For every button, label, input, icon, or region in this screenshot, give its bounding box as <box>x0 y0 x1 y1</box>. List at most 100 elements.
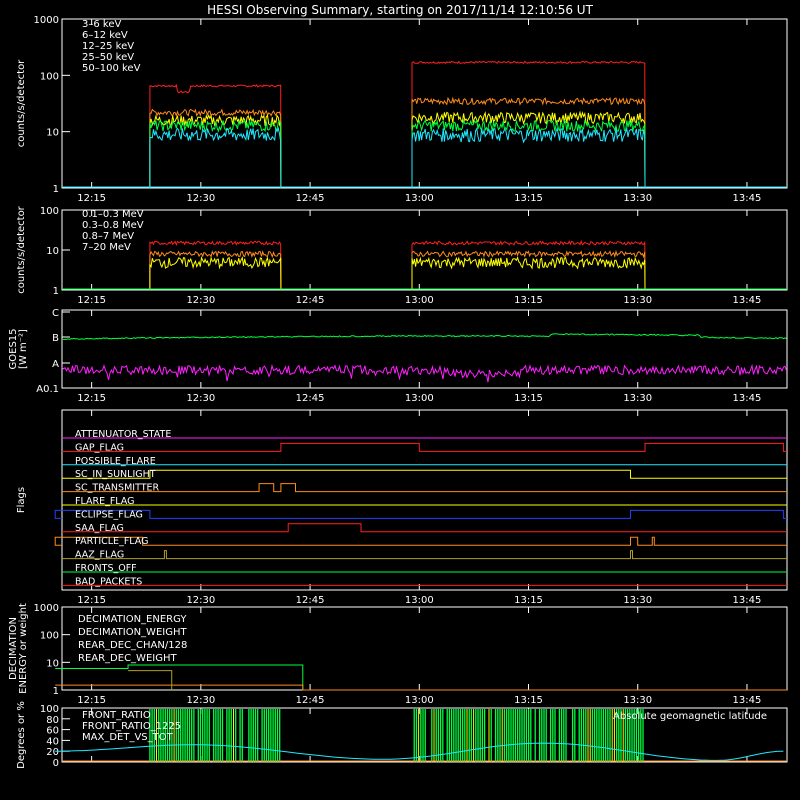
x-tick-label-0-6: 13:45 <box>733 193 762 204</box>
ratio-tick-label-4: 80 <box>46 715 59 726</box>
flag-label-2: POSSIBLE_FLARE <box>75 456 156 467</box>
legend-lo-3: 25–50 keV <box>82 52 134 63</box>
goes-long <box>61 333 787 340</box>
x-tick-label-4-6: 13:45 <box>733 695 762 706</box>
x-tick-label-0-5: 13:30 <box>623 193 652 204</box>
flag-label-3: SC_IN_SUNLIGHT <box>75 469 156 480</box>
ratio-tick-label-1: 20 <box>46 747 59 758</box>
y-tick-label-4-0: 1 <box>53 686 59 697</box>
x-tick-label-1-0: 12:15 <box>77 295 106 306</box>
x-tick-label-1-4: 13:15 <box>514 295 543 306</box>
legend-lo-2: 12–25 keV <box>82 41 134 52</box>
x-tick-label-1-6: 13:45 <box>733 295 762 306</box>
x-tick-label-4-5: 13:30 <box>623 695 652 706</box>
goes-tick-label-0: A0.1 <box>36 384 59 395</box>
panel3-ylabel: Flags <box>16 487 27 513</box>
flag-label-11: BAD_PACKETS <box>75 576 142 587</box>
legend-ratio-2: MAX_DET_VS_TOT <box>82 732 174 743</box>
legend-ratio-0: FRONT_RATIO <box>82 710 151 721</box>
flag-line-6 <box>54 509 787 519</box>
x-tick-label-3-5: 13:30 <box>623 595 652 606</box>
y-tick-label-0-3: 1000 <box>34 15 59 26</box>
flag-label-7: SAA_FLAG <box>75 523 124 534</box>
x-tick-label-3-3: 13:00 <box>405 595 434 606</box>
chart-title: HESSI Observing Summary, starting on 201… <box>207 3 593 17</box>
x-tick-label-0-3: 13:00 <box>405 193 434 204</box>
dec-line-3 <box>128 670 173 690</box>
x-tick-label-1-1: 12:30 <box>186 295 215 306</box>
x-tick-label-2-2: 12:45 <box>296 393 325 404</box>
y-tick-label-0-0: 1 <box>53 184 59 195</box>
flag-label-6: ECLIPSE_FLAG <box>75 509 143 520</box>
series-orange-lo-1 <box>411 96 646 189</box>
x-tick-label-4-0: 12:15 <box>77 695 106 706</box>
goes-tick-label-1: A <box>52 359 59 370</box>
x-tick-label-3-1: 12:30 <box>186 595 215 606</box>
y-tick-label-1-1: 10 <box>46 246 59 257</box>
x-tick-label-4-1: 12:30 <box>186 695 215 706</box>
flag-label-8: PARTICLE_FLAG <box>75 536 148 547</box>
series-red-hi-0 <box>149 240 282 291</box>
flag-label-1: GAP_FLAG <box>75 442 124 453</box>
series-cyan-lo-0 <box>149 126 282 189</box>
geomagnetic-latitude <box>55 742 784 761</box>
flag-line-8 <box>54 536 787 546</box>
series-yellow-hi-0 <box>149 256 282 291</box>
x-tick-label-2-0: 12:15 <box>77 393 106 404</box>
legend-lo-4: 50–100 keV <box>82 63 141 74</box>
panel-frame-1 <box>61 209 788 291</box>
x-tick-label-0-4: 13:15 <box>514 193 543 204</box>
flag-line-4 <box>62 483 787 493</box>
flag-line-7 <box>62 523 787 533</box>
legend-hi-1: 0.3–0.8 MeV <box>82 220 144 231</box>
x-tick-label-2-3: 13:00 <box>405 393 434 404</box>
legend-dec-2: REAR_DEC_CHAN/128 <box>78 640 187 651</box>
goes-short <box>61 363 787 383</box>
legend-hi-2: 0.8–7 MeV <box>82 231 134 242</box>
x-tick-label-0-1: 12:30 <box>186 193 215 204</box>
legend-hi-0: 0.1–0.3 MeV <box>82 209 144 220</box>
flag-label-4: SC_TRANSMITTER <box>75 483 160 494</box>
flag-label-9: AAZ_FLAG <box>75 550 124 561</box>
x-tick-label-2-5: 13:30 <box>623 393 652 404</box>
panel5-ylabel: Degrees or % <box>16 701 27 769</box>
y-tick-label-0-2: 100 <box>40 71 59 82</box>
hessi-chart: HESSI Observing Summary, starting on 201… <box>8 3 788 769</box>
y-tick-label-4-3: 1000 <box>34 603 59 614</box>
legend-ratio-1: FRONT_RATIO_1225 <box>82 721 181 732</box>
x-tick-label-1-3: 13:00 <box>405 295 434 306</box>
legend-dec-0: DECIMATION_ENERGY <box>78 614 187 625</box>
legend-ratio-3: Absolute geomagnetic latitude <box>613 711 767 722</box>
series-yellow-lo-1 <box>411 110 646 189</box>
x-tick-label-4-4: 13:15 <box>514 695 543 706</box>
series-cyan-lo-1 <box>411 126 646 189</box>
panel0-ylabel: counts/s/detector <box>16 59 27 147</box>
x-tick-label-1-2: 12:45 <box>296 295 325 306</box>
x-tick-label-2-6: 13:45 <box>733 393 762 404</box>
x-tick-label-0-2: 12:45 <box>296 193 325 204</box>
panel-frame-2 <box>61 309 788 389</box>
x-tick-label-1-5: 13:30 <box>623 295 652 306</box>
x-tick-label-3-6: 13:45 <box>733 595 762 606</box>
legend-dec-1: DECIMATION_WEIGHT <box>78 627 187 638</box>
y-tick-label-4-1: 10 <box>46 658 59 669</box>
x-tick-label-0-0: 12:15 <box>77 193 106 204</box>
legend-dec-3: REAR_DEC_WEIGHT <box>78 653 177 664</box>
panel2-ylabel-1: [W m⁻²] <box>18 329 29 369</box>
ratio-tick-label-0: 0 <box>53 758 59 769</box>
x-tick-label-3-0: 12:15 <box>77 595 106 606</box>
flag-line-1 <box>62 442 787 452</box>
ratio-tick-label-3: 60 <box>46 726 59 737</box>
flag-label-10: FRONTS_OFF <box>75 563 137 574</box>
dec-line-1 <box>55 684 787 691</box>
x-tick-label-3-2: 12:45 <box>296 595 325 606</box>
dec-line-0 <box>55 664 787 691</box>
y-tick-label-0-1: 10 <box>46 128 59 139</box>
legend-lo-0: 3–6 keV <box>82 19 121 30</box>
ratio-tick-label-2: 40 <box>46 736 59 747</box>
panel1-ylabel: counts/s/detector <box>16 205 27 293</box>
legend-lo-1: 6–12 keV <box>82 30 128 41</box>
flag-label-5: FLARE_FLAG <box>75 496 135 507</box>
y-tick-label-1-0: 1 <box>53 286 59 297</box>
flag-line-3 <box>62 469 787 479</box>
